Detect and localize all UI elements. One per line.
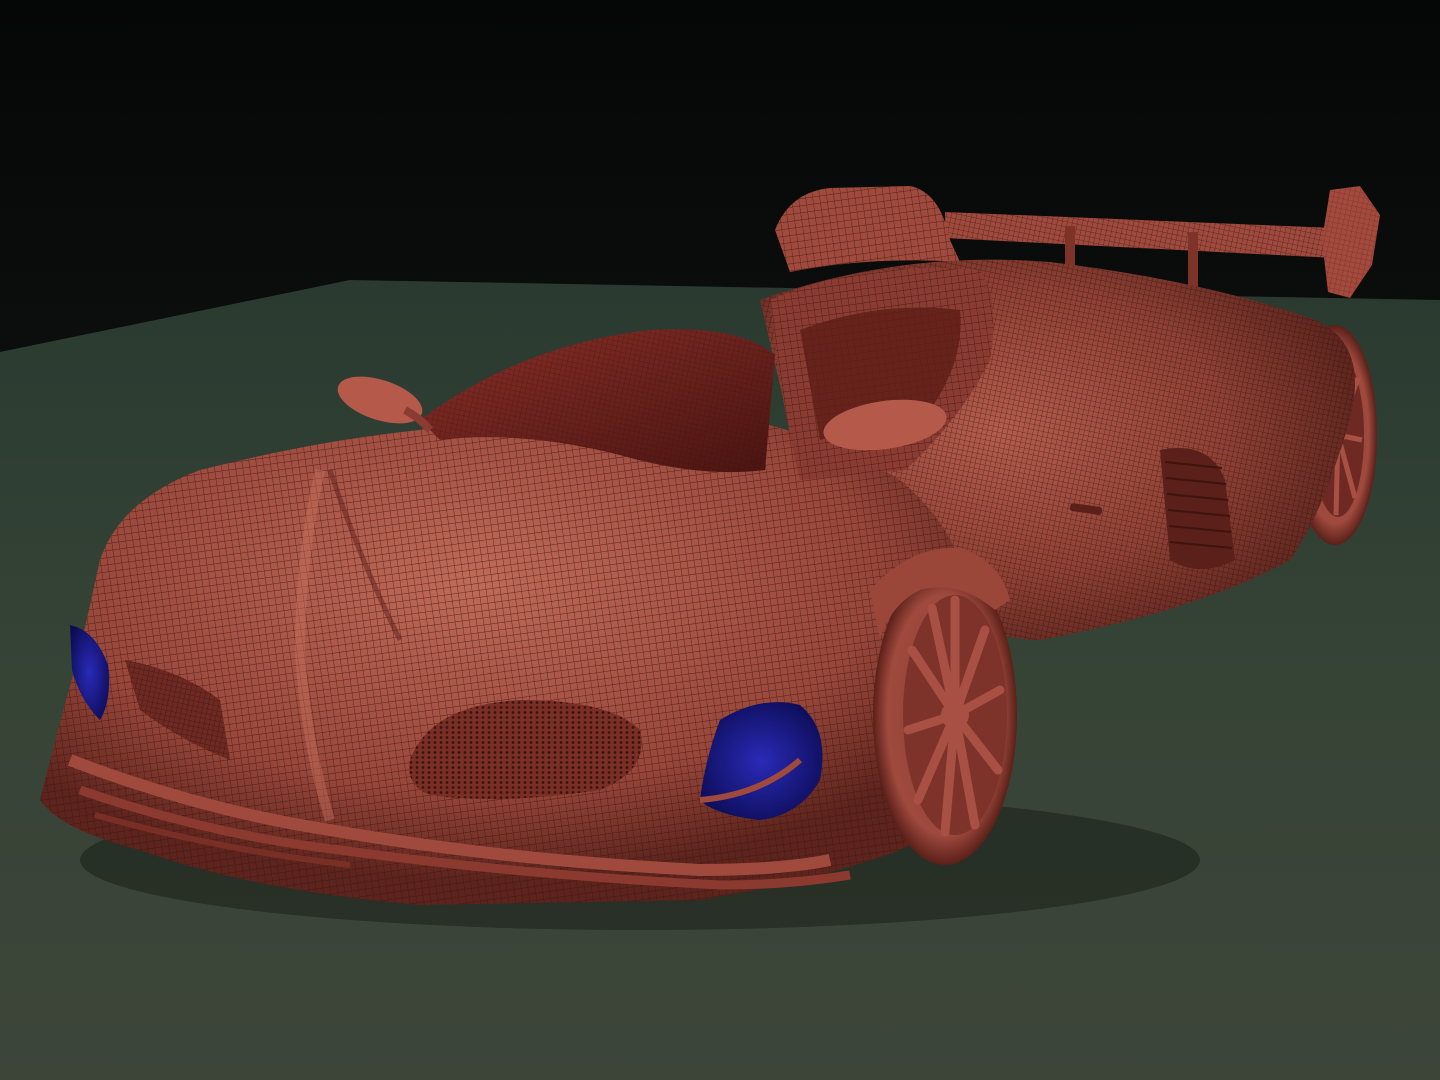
3d-viewport[interactable] xyxy=(0,0,1440,1080)
viewport-canvas[interactable] xyxy=(0,0,1440,1080)
